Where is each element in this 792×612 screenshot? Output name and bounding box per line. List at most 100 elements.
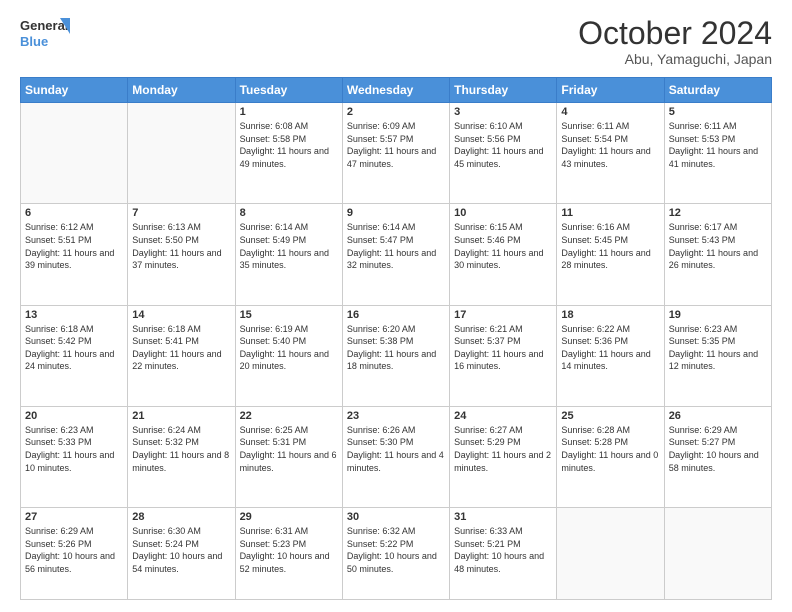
day-number: 5 (669, 106, 767, 118)
day-info: Sunrise: 6:12 AMSunset: 5:51 PMDaylight:… (25, 221, 123, 271)
day-number: 26 (669, 410, 767, 422)
calendar-day-cell: 27Sunrise: 6:29 AMSunset: 5:26 PMDayligh… (21, 507, 128, 599)
calendar-day-cell: 19 Sunrise: 6:23 AMSunset: 5:35 PMDayligh… (664, 305, 771, 406)
day-info: Sunrise: 6:14 AMSunset: 5:47 PMDaylight:… (347, 221, 445, 271)
calendar-day-cell: 31Sunrise: 6:33 AMSunset: 5:21 PMDayligh… (450, 507, 557, 599)
calendar-day-cell (557, 507, 664, 599)
calendar-day-cell: 17 Sunrise: 6:21 AMSunset: 5:37 PMDayligh… (450, 305, 557, 406)
calendar-week-row: 1 Sunrise: 6:08 AMSunset: 5:58 PMDaylight… (21, 103, 772, 204)
day-number: 22 (240, 410, 338, 422)
calendar-day-cell: 20 Sunrise: 6:23 AMSunset: 5:33 PMDayligh… (21, 406, 128, 507)
day-info: Sunrise: 6:26 AMSunset: 5:30 PMDaylight:… (347, 424, 445, 474)
logo: General Blue (20, 16, 70, 52)
calendar-day-cell: 24 Sunrise: 6:27 AMSunset: 5:29 PMDayligh… (450, 406, 557, 507)
calendar-day-cell: 3Sunrise: 6:10 AMSunset: 5:56 PMDaylight… (450, 103, 557, 204)
weekday-header-cell: Tuesday (235, 78, 342, 103)
day-number: 4 (561, 106, 659, 118)
weekday-header-cell: Wednesday (342, 78, 449, 103)
calendar-day-cell: 18 Sunrise: 6:22 AMSunset: 5:36 PMDayligh… (557, 305, 664, 406)
calendar-day-cell (128, 103, 235, 204)
day-info: Sunrise: 6:19 AMSunset: 5:40 PMDaylight:… (240, 323, 338, 373)
day-info: Sunrise: 6:11 AMSunset: 5:54 PMDaylight:… (561, 120, 659, 170)
calendar-day-cell: 22 Sunrise: 6:25 AMSunset: 5:31 PMDayligh… (235, 406, 342, 507)
calendar-day-cell: 8 Sunrise: 6:14 AMSunset: 5:49 PMDaylight… (235, 204, 342, 305)
day-number: 30 (347, 511, 445, 523)
day-info: Sunrise: 6:30 AMSunset: 5:24 PMDaylight:… (132, 525, 230, 575)
calendar-week-row: 6Sunrise: 6:12 AMSunset: 5:51 PMDaylight… (21, 204, 772, 305)
day-number: 29 (240, 511, 338, 523)
day-number: 27 (25, 511, 123, 523)
day-number: 25 (561, 410, 659, 422)
calendar-day-cell: 13 Sunrise: 6:18 AMSunset: 5:42 PMDayligh… (21, 305, 128, 406)
svg-text:Blue: Blue (20, 34, 48, 49)
day-info: Sunrise: 6:18 AMSunset: 5:42 PMDaylight:… (25, 323, 123, 373)
day-number: 11 (561, 207, 659, 219)
calendar-body: 1 Sunrise: 6:08 AMSunset: 5:58 PMDaylight… (21, 103, 772, 600)
calendar-day-cell: 25Sunrise: 6:28 AMSunset: 5:28 PMDayligh… (557, 406, 664, 507)
day-info: Sunrise: 6:11 AMSunset: 5:53 PMDaylight:… (669, 120, 767, 170)
day-info: Sunrise: 6:18 AMSunset: 5:41 PMDaylight:… (132, 323, 230, 373)
day-number: 15 (240, 309, 338, 321)
calendar-day-cell: 11 Sunrise: 6:16 AMSunset: 5:45 PMDayligh… (557, 204, 664, 305)
calendar-day-cell: 6Sunrise: 6:12 AMSunset: 5:51 PMDaylight… (21, 204, 128, 305)
day-number: 19 (669, 309, 767, 321)
day-number: 13 (25, 309, 123, 321)
weekday-header-row: SundayMondayTuesdayWednesdayThursdayFrid… (21, 78, 772, 103)
day-number: 7 (132, 207, 230, 219)
calendar-week-row: 13 Sunrise: 6:18 AMSunset: 5:42 PMDayligh… (21, 305, 772, 406)
calendar-table: SundayMondayTuesdayWednesdayThursdayFrid… (20, 77, 772, 600)
weekday-header-cell: Thursday (450, 78, 557, 103)
calendar-day-cell: 2Sunrise: 6:09 AMSunset: 5:57 PMDaylight… (342, 103, 449, 204)
page: General Blue October 2024 Abu, Yamaguchi… (0, 0, 792, 612)
location-subtitle: Abu, Yamaguchi, Japan (578, 51, 772, 67)
calendar-day-cell: 16 Sunrise: 6:20 AMSunset: 5:38 PMDayligh… (342, 305, 449, 406)
calendar-day-cell: 14 Sunrise: 6:18 AMSunset: 5:41 PMDayligh… (128, 305, 235, 406)
calendar-day-cell: 21Sunrise: 6:24 AMSunset: 5:32 PMDayligh… (128, 406, 235, 507)
day-info: Sunrise: 6:16 AMSunset: 5:45 PMDaylight:… (561, 221, 659, 271)
day-info: Sunrise: 6:13 AMSunset: 5:50 PMDaylight:… (132, 221, 230, 271)
day-number: 24 (454, 410, 552, 422)
calendar-day-cell: 29Sunrise: 6:31 AMSunset: 5:23 PMDayligh… (235, 507, 342, 599)
day-info: Sunrise: 6:23 AMSunset: 5:33 PMDaylight:… (25, 424, 123, 474)
calendar-day-cell: 1 Sunrise: 6:08 AMSunset: 5:58 PMDaylight… (235, 103, 342, 204)
calendar-day-cell (664, 507, 771, 599)
calendar-day-cell: 15 Sunrise: 6:19 AMSunset: 5:40 PMDayligh… (235, 305, 342, 406)
calendar-day-cell: 28Sunrise: 6:30 AMSunset: 5:24 PMDayligh… (128, 507, 235, 599)
day-number: 8 (240, 207, 338, 219)
logo-svg: General Blue (20, 16, 70, 52)
day-info: Sunrise: 6:08 AMSunset: 5:58 PMDaylight:… (240, 120, 338, 170)
day-info: Sunrise: 6:14 AMSunset: 5:49 PMDaylight:… (240, 221, 338, 271)
svg-text:General: General (20, 18, 68, 33)
calendar-day-cell: 30 Sunrise: 6:32 AMSunset: 5:22 PMDayligh… (342, 507, 449, 599)
day-number: 14 (132, 309, 230, 321)
day-number: 16 (347, 309, 445, 321)
weekday-header-cell: Sunday (21, 78, 128, 103)
day-number: 12 (669, 207, 767, 219)
calendar-week-row: 20 Sunrise: 6:23 AMSunset: 5:33 PMDayligh… (21, 406, 772, 507)
day-number: 10 (454, 207, 552, 219)
day-number: 1 (240, 106, 338, 118)
day-info: Sunrise: 6:24 AMSunset: 5:32 PMDaylight:… (132, 424, 230, 474)
day-info: Sunrise: 6:10 AMSunset: 5:56 PMDaylight:… (454, 120, 552, 170)
weekday-header-cell: Monday (128, 78, 235, 103)
day-info: Sunrise: 6:23 AMSunset: 5:35 PMDaylight:… (669, 323, 767, 373)
calendar-day-cell: 10 Sunrise: 6:15 AMSunset: 5:46 PMDayligh… (450, 204, 557, 305)
day-number: 17 (454, 309, 552, 321)
day-info: Sunrise: 6:17 AMSunset: 5:43 PMDaylight:… (669, 221, 767, 271)
day-info: Sunrise: 6:27 AMSunset: 5:29 PMDaylight:… (454, 424, 552, 474)
day-info: Sunrise: 6:21 AMSunset: 5:37 PMDaylight:… (454, 323, 552, 373)
day-info: Sunrise: 6:22 AMSunset: 5:36 PMDaylight:… (561, 323, 659, 373)
day-number: 18 (561, 309, 659, 321)
calendar-day-cell: 26Sunrise: 6:29 AMSunset: 5:27 PMDayligh… (664, 406, 771, 507)
calendar-day-cell: 4 Sunrise: 6:11 AMSunset: 5:54 PMDaylight… (557, 103, 664, 204)
day-number: 20 (25, 410, 123, 422)
calendar-day-cell: 5 Sunrise: 6:11 AMSunset: 5:53 PMDaylight… (664, 103, 771, 204)
day-number: 9 (347, 207, 445, 219)
month-title: October 2024 (578, 16, 772, 51)
day-info: Sunrise: 6:25 AMSunset: 5:31 PMDaylight:… (240, 424, 338, 474)
day-info: Sunrise: 6:15 AMSunset: 5:46 PMDaylight:… (454, 221, 552, 271)
day-info: Sunrise: 6:09 AMSunset: 5:57 PMDaylight:… (347, 120, 445, 170)
weekday-header-cell: Saturday (664, 78, 771, 103)
day-info: Sunrise: 6:32 AMSunset: 5:22 PMDaylight:… (347, 525, 445, 575)
day-info: Sunrise: 6:20 AMSunset: 5:38 PMDaylight:… (347, 323, 445, 373)
